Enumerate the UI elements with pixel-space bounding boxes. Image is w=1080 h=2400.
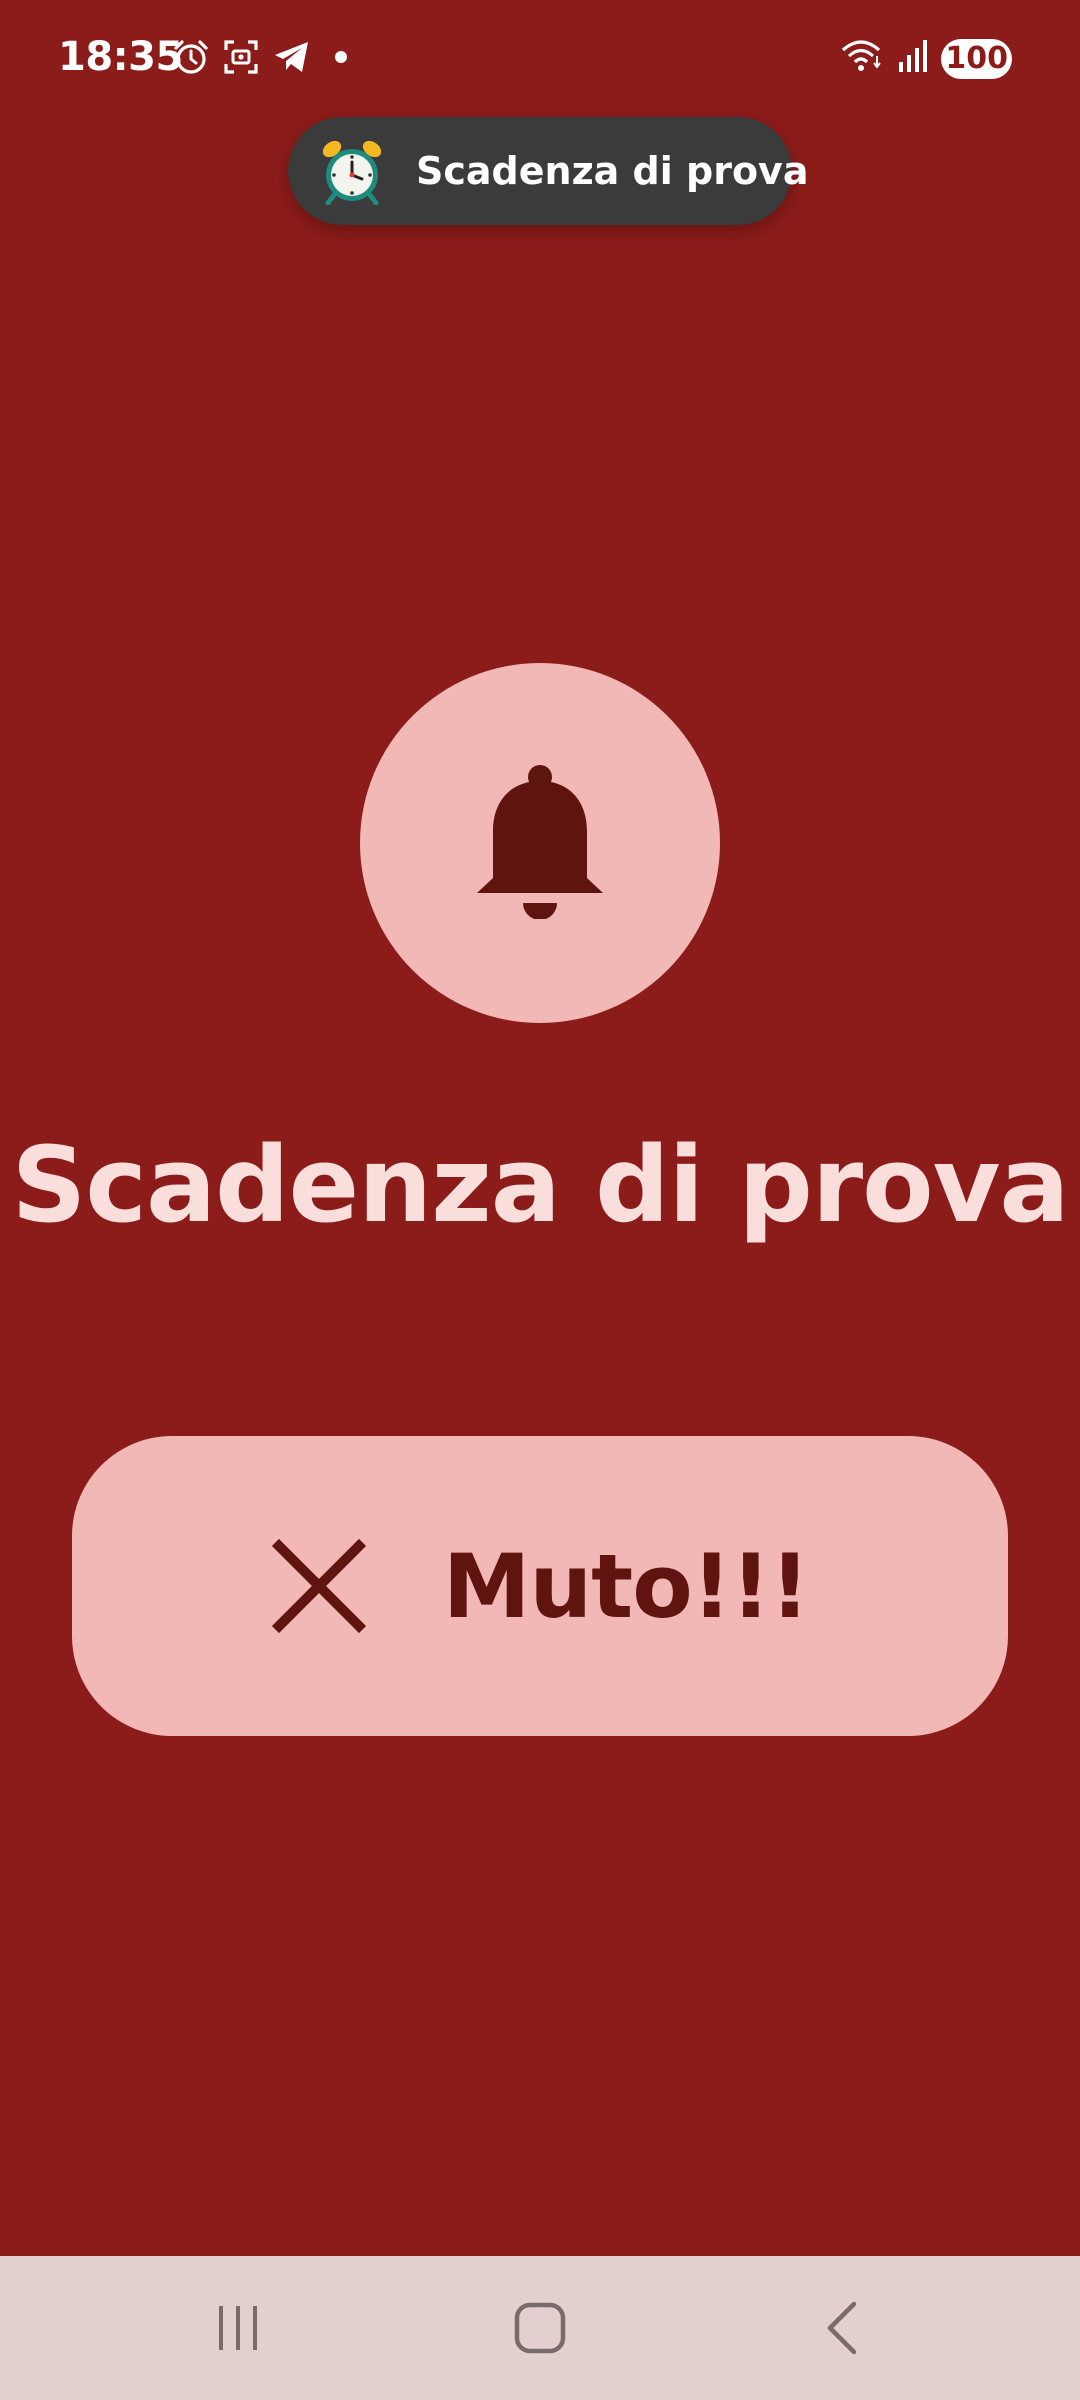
back-icon[interactable]: [806, 2292, 878, 2364]
telegram-icon: [272, 38, 312, 76]
status-icons-left: [172, 38, 348, 76]
alarm-title: Scadenza di prova: [11, 1124, 1069, 1246]
alarm-icon: [172, 38, 210, 76]
screenshot-icon: [222, 38, 260, 76]
status-icons-right: 100: [841, 36, 1012, 81]
bell-circle: [360, 663, 720, 1023]
notification-dot-icon: [334, 50, 348, 64]
close-icon: [271, 1538, 367, 1634]
signal-icon: [897, 38, 929, 79]
status-time: 18:35: [58, 34, 183, 80]
home-icon[interactable]: [504, 2292, 576, 2364]
recent-apps-icon[interactable]: [202, 2292, 274, 2364]
wifi-icon: [841, 36, 885, 81]
alarm-screen: 18:35 100 Scadenza di prova Scadenza di …: [0, 0, 1080, 2400]
toast-text: Scadenza di prova: [416, 149, 809, 193]
mute-button[interactable]: Muto!!!: [72, 1436, 1008, 1736]
alarm-toast[interactable]: Scadenza di prova: [288, 117, 808, 225]
alarm-clock-icon: [318, 137, 386, 205]
navigation-bar: [0, 2256, 1080, 2400]
status-bar: 18:35 100: [0, 0, 1080, 120]
bell-icon: [475, 763, 605, 924]
battery-icon: 100: [941, 38, 1012, 79]
mute-button-label: Muto!!!: [442, 1534, 810, 1638]
